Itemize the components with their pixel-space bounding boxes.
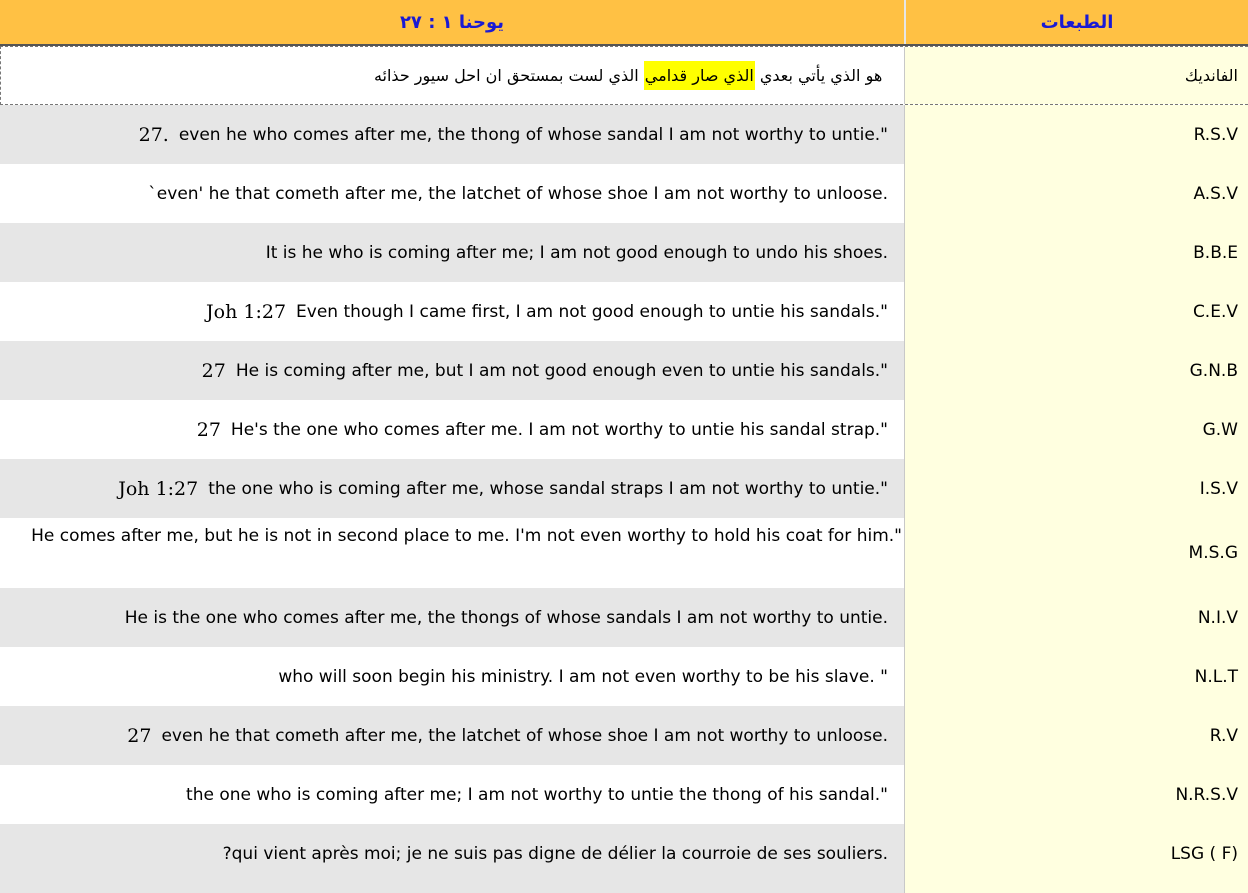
arabic-text-before: هو الذي يأتي بعدي <box>754 66 883 85</box>
verse-number: Joh 1:27 <box>118 477 199 500</box>
version-label: LSG ( F) <box>904 824 1248 883</box>
verse-text: ?qui vient après moi; je ne suis pas dig… <box>222 843 888 864</box>
version-row[interactable]: ?qui vient après moi; je ne suis pas dig… <box>0 824 1248 883</box>
version-row[interactable]: 27. even he who comes after me, the thong… <box>0 105 1248 164</box>
version-rows: 27. even he who comes after me, the thong… <box>0 105 1248 883</box>
verse-text-cell: 27 even he that cometh after me, the latc… <box>0 706 904 765</box>
verse-text-cell: He is the one who comes after me, the th… <box>0 588 904 647</box>
tail-text-cell <box>0 883 904 893</box>
version-row[interactable]: He comes after me, but he is not in seco… <box>0 518 1248 588</box>
verse-text-cell: He comes after me, but he is not in seco… <box>0 518 904 588</box>
arabic-verse-text: هو الذي يأتي بعدي الذي صار قدامي الذي لس… <box>373 61 883 90</box>
verse-text: He is coming after me, but I am not good… <box>235 360 888 381</box>
verse-text: He comes after me, but he is not in seco… <box>31 526 902 546</box>
verse-text-cell: 27. even he who comes after me, the thong… <box>0 105 904 164</box>
version-row[interactable]: who will soon begin his ministry. I am n… <box>0 647 1248 706</box>
version-row[interactable]: It is he who is coming after me; I am no… <box>0 223 1248 282</box>
version-row[interactable]: He is the one who comes after me, the th… <box>0 588 1248 647</box>
version-label: N.R.S.V <box>904 765 1248 824</box>
verse-number: 27. <box>138 123 169 146</box>
verse-number: Joh 1:27 <box>206 300 287 323</box>
version-label: N.L.T <box>904 647 1248 706</box>
verse-text: the one who is coming after me, whose sa… <box>208 478 888 499</box>
arabic-row[interactable]: هو الذي يأتي بعدي الذي صار قدامي الذي لس… <box>0 46 1248 105</box>
verse-text-cell: 27 He is coming after me, but I am not go… <box>0 341 904 400</box>
verse-reference: يوحنا ١ : ٢٧ <box>0 0 904 44</box>
version-label: R.V <box>904 706 1248 765</box>
verse-text-cell: `even' he that cometh after me, the latc… <box>0 164 904 223</box>
version-row[interactable]: 27 even he that cometh after me, the latc… <box>0 706 1248 765</box>
version-label: A.S.V <box>904 164 1248 223</box>
versions-heading-text: الطبعات <box>1040 11 1114 33</box>
verse-text: even he that cometh after me, the latche… <box>161 725 888 746</box>
table-tail <box>0 883 1248 893</box>
version-row[interactable]: the one who is coming after me; I am not… <box>0 765 1248 824</box>
arabic-version-label-text: الفانديك <box>1184 66 1238 85</box>
versions-table: يوحنا ١ : ٢٧ الطبعات هو الذي يأتي بعدي ا… <box>0 0 1248 893</box>
arabic-verse: هو الذي يأتي بعدي الذي صار قدامي الذي لس… <box>1 47 904 104</box>
verse-reference-text: يوحنا ١ : ٢٧ <box>399 11 505 33</box>
version-label: R.S.V <box>904 105 1248 164</box>
version-label: I.S.V <box>904 459 1248 518</box>
versions-heading: الطبعات <box>904 0 1248 44</box>
verse-text: Even though I came first, I am not good … <box>296 301 888 322</box>
verse-text: the one who is coming after me; I am not… <box>186 784 888 805</box>
version-row[interactable]: Joh 1:27 the one who is coming after me, … <box>0 459 1248 518</box>
verse-text-cell: Joh 1:27 the one who is coming after me, … <box>0 459 904 518</box>
table-header: يوحنا ١ : ٢٧ الطبعات <box>0 0 1248 46</box>
version-label: G.W <box>904 400 1248 459</box>
version-row[interactable]: `even' he that cometh after me, the latc… <box>0 164 1248 223</box>
verse-text: He is the one who comes after me, the th… <box>124 607 888 628</box>
verse-text-cell: Joh 1:27 Even though I came first, I am n… <box>0 282 904 341</box>
version-row[interactable]: Joh 1:27 Even though I came first, I am n… <box>0 282 1248 341</box>
arabic-version-label: الفانديك <box>904 47 1248 104</box>
verse-text: It is he who is coming after me; I am no… <box>265 242 888 263</box>
verse-text: who will soon begin his ministry. I am n… <box>278 666 888 687</box>
verse-number: 27 <box>127 724 152 747</box>
arabic-text-after: الذي لست بمستحق ان احل سيور حذائه <box>373 66 644 85</box>
verse-text: `even' he that cometh after me, the latc… <box>148 183 888 204</box>
version-label: C.E.V <box>904 282 1248 341</box>
verse-text: even he who comes after me, the thong of… <box>178 124 888 145</box>
version-label: M.S.G <box>904 518 1248 588</box>
verse-text: He's the one who comes after me. I am no… <box>230 419 888 440</box>
version-label: G.N.B <box>904 341 1248 400</box>
verse-text-cell: It is he who is coming after me; I am no… <box>0 223 904 282</box>
version-row[interactable]: 27 He is coming after me, but I am not go… <box>0 341 1248 400</box>
tail-label-cell <box>904 883 1248 893</box>
arabic-text-highlight: الذي صار قدامي <box>643 61 755 90</box>
verse-number: 27 <box>201 359 226 382</box>
verse-number: 27 <box>196 418 221 441</box>
version-row[interactable]: 27 He's the one who comes after me. I am … <box>0 400 1248 459</box>
version-label: N.I.V <box>904 588 1248 647</box>
version-label: B.B.E <box>904 223 1248 282</box>
verse-text-cell: the one who is coming after me; I am not… <box>0 765 904 824</box>
verse-text-cell: 27 He's the one who comes after me. I am … <box>0 400 904 459</box>
verse-text-cell: ?qui vient après moi; je ne suis pas dig… <box>0 824 904 883</box>
verse-text-cell: who will soon begin his ministry. I am n… <box>0 647 904 706</box>
